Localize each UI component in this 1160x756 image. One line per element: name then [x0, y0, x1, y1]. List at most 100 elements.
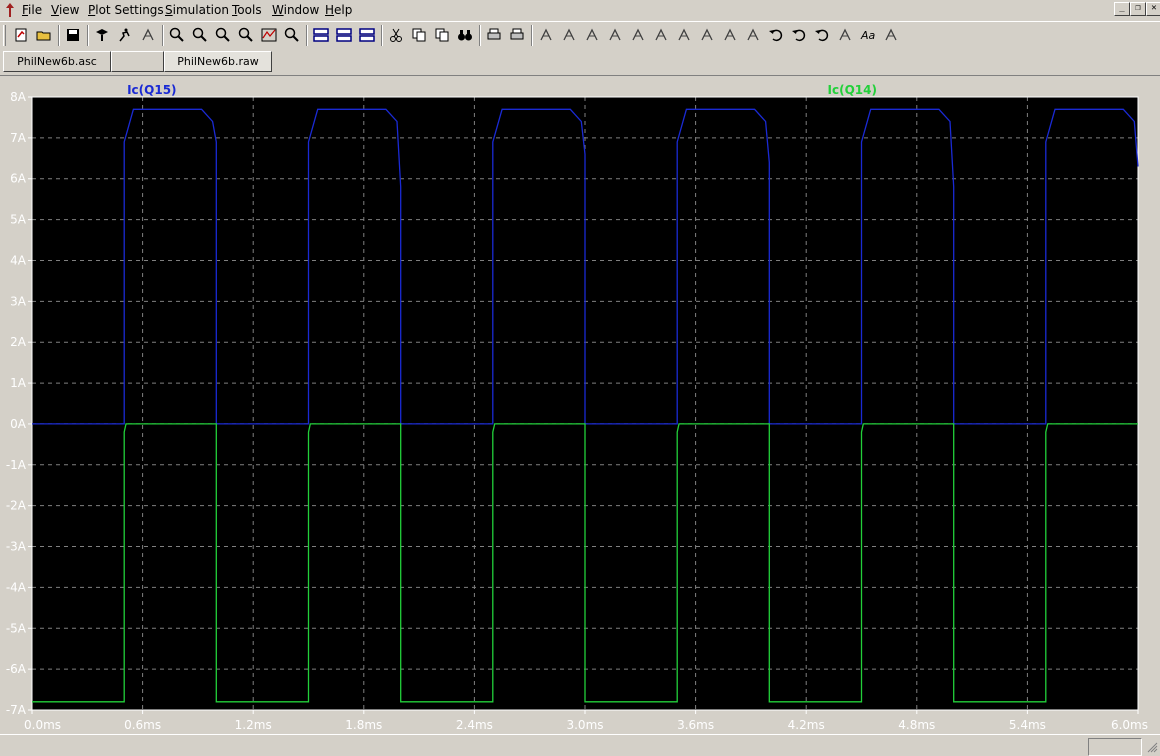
x-tick-label: 3.0ms [566, 718, 603, 732]
tile-horizontal-button[interactable] [311, 25, 331, 45]
find-button[interactable] [455, 25, 475, 45]
resistor-icon [609, 28, 621, 41]
y-tick-label: -7A [6, 703, 27, 717]
y-tick-label: 3A [10, 294, 27, 308]
menu-bar: File View Plot Settings Simulation Tools… [0, 0, 1160, 20]
menu-simulation[interactable]: Simulation [165, 3, 229, 17]
cut-icon [390, 28, 402, 42]
zoom-area-button[interactable] [190, 25, 210, 45]
restore-button[interactable]: ❐ [1130, 2, 1146, 16]
menu-simulation-label: imulation [172, 3, 229, 17]
rotate-icon [815, 29, 829, 42]
x-tick-label: 1.8ms [345, 718, 382, 732]
open-icon [36, 31, 51, 41]
undo-button[interactable] [766, 25, 786, 45]
menu-window[interactable]: Window [272, 3, 319, 17]
svg-text:Aa: Aa [860, 29, 876, 42]
y-tick-label: -3A [6, 540, 27, 554]
run-button[interactable] [115, 25, 135, 45]
resize-grip-icon[interactable] [1146, 741, 1158, 753]
copy-icon [412, 28, 426, 42]
inductor-button[interactable] [651, 25, 671, 45]
rotate-button[interactable] [812, 25, 832, 45]
menu-view[interactable]: View [51, 3, 79, 17]
redo-button[interactable] [789, 25, 809, 45]
zoom-cancel-button[interactable] [236, 25, 256, 45]
tab-empty[interactable] [111, 51, 164, 72]
app-logo-icon [6, 3, 14, 17]
y-tick-label: 5A [10, 213, 27, 227]
menu-help-accel: H [325, 3, 335, 17]
cut-button[interactable] [386, 25, 406, 45]
close-button[interactable]: ✕ [1146, 2, 1160, 16]
waveform-plot[interactable]: 8A7A6A5A4A3A2A1A0A-1A-2A-3A-4A-5A-6A-7A0… [0, 76, 1160, 735]
component-button[interactable] [697, 25, 717, 45]
status-bar [0, 734, 1160, 756]
copy-button[interactable] [409, 25, 429, 45]
move-button[interactable] [720, 25, 740, 45]
tab-philnew6b-raw[interactable]: PhilNew6b.raw [164, 51, 272, 72]
zoom-in-button[interactable] [167, 25, 187, 45]
menu-tools[interactable]: Tools [232, 3, 262, 17]
cascade-icon [336, 28, 352, 42]
x-tick-label: 0.6ms [124, 718, 161, 732]
diode-button[interactable] [674, 25, 694, 45]
undo-icon [769, 29, 783, 42]
legend-label[interactable]: Ic(Q14) [828, 83, 877, 97]
menu-window-accel: W [272, 3, 284, 17]
print-preview-button[interactable] [484, 25, 504, 45]
toolbar-grip[interactable] [3, 25, 6, 46]
resistor-button[interactable] [605, 25, 625, 45]
restore-icon: ❐ [1135, 3, 1141, 13]
halt-button[interactable] [138, 25, 158, 45]
spice-directive-icon [885, 28, 897, 41]
save-button[interactable] [63, 25, 83, 45]
label-net-button[interactable] [582, 25, 602, 45]
zoom-cancel-icon [238, 27, 253, 42]
print-button[interactable] [507, 25, 527, 45]
mirror-icon [839, 28, 851, 41]
menu-tools-label: ools [237, 3, 262, 17]
autorange-icon [261, 28, 277, 42]
diode-icon [678, 28, 690, 41]
halt-icon [142, 28, 154, 41]
toolbar-separator [479, 25, 481, 46]
x-tick-label: 6.0ms [1111, 718, 1148, 732]
capacitor-button[interactable] [628, 25, 648, 45]
zoom-fit-button[interactable] [282, 25, 302, 45]
paste-button[interactable] [432, 25, 452, 45]
y-tick-label: 4A [10, 253, 27, 267]
zoom-out-button[interactable] [213, 25, 233, 45]
control-panel-button[interactable] [92, 25, 112, 45]
y-tick-label: 6A [10, 172, 27, 186]
spice-directive-button[interactable] [881, 25, 901, 45]
minimize-button[interactable]: _ [1114, 2, 1130, 16]
legend-label[interactable]: Ic(Q15) [127, 83, 176, 97]
tile-vertical-button[interactable] [357, 25, 377, 45]
text-icon: Aa [860, 29, 876, 42]
autorange-button[interactable] [259, 25, 279, 45]
ground-button[interactable] [559, 25, 579, 45]
menu-plot-settings[interactable]: Plot Settings [88, 3, 164, 17]
ground-icon [563, 28, 575, 41]
print-icon [510, 28, 524, 40]
menu-help[interactable]: Help [325, 3, 352, 17]
drag-button[interactable] [743, 25, 763, 45]
menu-view-accel: V [51, 3, 59, 17]
mirror-button[interactable] [835, 25, 855, 45]
tab-philnew6b-asc[interactable]: PhilNew6b.asc [3, 51, 111, 72]
y-tick-label: 7A [10, 131, 27, 145]
text-button[interactable]: Aa [858, 25, 878, 45]
cascade-button[interactable] [334, 25, 354, 45]
menu-file[interactable]: File [22, 3, 42, 17]
label-net-icon [586, 28, 598, 41]
wire-button[interactable] [536, 25, 556, 45]
waveform-viewer[interactable]: 8A 7A 6A 5A 4A 3A 2A 1A 0A -1A -2A -3A -4A -5A -6A -7A 0… [0, 75, 1160, 735]
inductor-icon [655, 28, 667, 41]
open-button[interactable] [34, 25, 54, 45]
status-pane [1088, 738, 1142, 756]
control-panel-icon [96, 29, 108, 41]
new-schematic-button[interactable] [11, 25, 31, 45]
y-tick-label: -1A [6, 458, 27, 472]
menu-window-label: indow [283, 3, 320, 17]
